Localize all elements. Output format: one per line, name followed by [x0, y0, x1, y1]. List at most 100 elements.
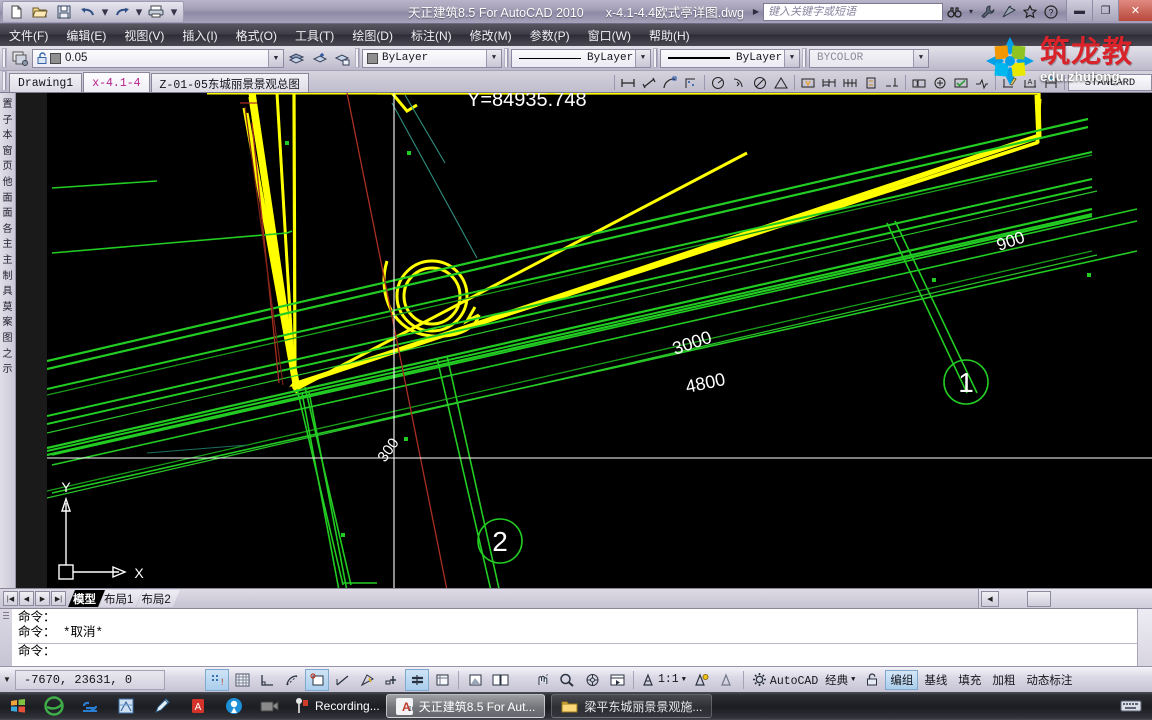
ordinate-dimension-icon[interactable]: [681, 73, 701, 92]
cad-icon[interactable]: [108, 693, 144, 719]
toolbar-grip-4[interactable]: [653, 48, 658, 68]
recording-indicator[interactable]: Recording...: [294, 697, 380, 715]
undo-dropdown-icon[interactable]: ▾: [101, 2, 109, 22]
reader-icon[interactable]: A: [180, 693, 216, 719]
pen-icon[interactable]: [144, 693, 180, 719]
search-input[interactable]: 键入关键字或短语: [763, 2, 943, 21]
taskbar-button-folder[interactable]: 梁平东城丽景景观施...: [551, 694, 713, 718]
command-prompt[interactable]: 命令：: [18, 645, 1137, 660]
workspace-switcher[interactable]: AutoCAD 经典 ▼: [748, 670, 859, 690]
binoculars-dropdown-icon[interactable]: ▾: [965, 7, 977, 16]
coordinate-display[interactable]: -7670, 23631, 0: [15, 669, 165, 690]
redo-icon[interactable]: [111, 2, 133, 22]
steering-wheel-icon[interactable]: [580, 669, 604, 691]
annotation-scale-dropdown-icon[interactable]: ▼: [682, 676, 686, 684]
continue-dimension-icon[interactable]: [840, 73, 860, 92]
diameter-dimension-icon[interactable]: [750, 73, 770, 92]
tianzheng-hatch-button[interactable]: 填充: [953, 670, 986, 690]
file-tab-zoning[interactable]: Z-01-05东城丽景景观总图: [150, 73, 309, 92]
maximize-button[interactable]: ❐: [1092, 0, 1118, 21]
radius-dimension-icon[interactable]: [708, 73, 728, 92]
dynamic-input-icon[interactable]: [380, 669, 404, 691]
drawing-canvas[interactable]: 900 3000 4800 300 Y=84935.748 1 2 Y X: [47, 93, 1152, 590]
menu-edit[interactable]: 编辑(E): [57, 25, 115, 46]
undo-icon[interactable]: [77, 2, 99, 22]
layout2-tab[interactable]: 布局2: [136, 590, 179, 607]
aligned-dimension-icon[interactable]: [639, 73, 659, 92]
model-space-icon[interactable]: [463, 669, 487, 691]
object-snap-icon[interactable]: [305, 668, 329, 691]
tianzheng-group-button[interactable]: 编组: [885, 669, 919, 690]
command-window[interactable]: 命令： 命令： *取消* 命令：: [0, 608, 1152, 666]
cad-drawing[interactable]: 900 3000 4800 300 Y=84935.748 1 2 Y X: [47, 93, 1152, 590]
tab-nav-buttons[interactable]: |◀ ◀ ▶ ▶|: [3, 591, 66, 606]
center-mark-icon[interactable]: [930, 73, 950, 92]
linetype-dropdown-icon[interactable]: ▼: [635, 49, 650, 67]
linear-dimension-icon[interactable]: [618, 73, 638, 92]
tianzheng-bold-button[interactable]: 加粗: [987, 670, 1020, 690]
menu-modify[interactable]: 修改(M): [461, 25, 521, 46]
jogged-linear-icon[interactable]: [972, 73, 992, 92]
layer-control[interactable]: 0.05 ▼: [32, 48, 284, 68]
redo-dropdown-icon[interactable]: ▾: [135, 2, 143, 22]
quick-properties-icon[interactable]: [430, 669, 454, 691]
annotation-scale-control[interactable]: 1:1 ▼: [638, 670, 689, 690]
workspace-dropdown-icon[interactable]: ▼: [851, 676, 855, 684]
quick-dimension-icon[interactable]: [798, 73, 818, 92]
scroll-left-icon[interactable]: ◀: [981, 590, 999, 607]
baseline-dimension-icon[interactable]: [819, 73, 839, 92]
toolbar-lock-icon[interactable]: [860, 669, 884, 691]
file-tab-active[interactable]: x-4.1-4: [83, 72, 150, 92]
color-control[interactable]: ByLayer ▼: [362, 48, 502, 68]
tab-prev-icon[interactable]: ◀: [19, 591, 34, 606]
command-window-grip[interactable]: [0, 609, 12, 666]
quick-access-toolbar[interactable]: ▾ ▾ ▾: [2, 0, 184, 23]
scroll-thumb[interactable]: [1027, 590, 1051, 607]
plot-icon[interactable]: [145, 2, 167, 22]
color-dropdown-icon[interactable]: ▼: [486, 49, 501, 67]
binoculars-icon[interactable]: [944, 2, 964, 21]
layer-make-current-icon[interactable]: [309, 48, 330, 69]
save-file-icon[interactable]: [53, 2, 75, 22]
qat-customize-icon[interactable]: ▾: [169, 2, 179, 22]
menu-parametric[interactable]: 参数(P): [521, 25, 579, 46]
menu-format[interactable]: 格式(O): [227, 25, 286, 46]
open-file-icon[interactable]: [29, 2, 51, 22]
tianzheng-baseline-button[interactable]: 基线: [919, 670, 952, 690]
lineweight-control[interactable]: ByLayer ▼: [660, 48, 800, 68]
model-tab[interactable]: 模型: [68, 590, 105, 607]
snap-icon[interactable]: !: [205, 668, 229, 691]
camera-icon[interactable]: [252, 693, 288, 719]
pan-icon[interactable]: [530, 669, 554, 691]
show-motion-icon[interactable]: [605, 669, 629, 691]
menu-window[interactable]: 窗口(W): [579, 25, 640, 46]
tool-palette-sidebar[interactable]: 置 子 本 窗 页 他 面 面 各 主 主 制 具 莫 案 图 之 示: [0, 93, 16, 590]
menu-dimension[interactable]: 标注(N): [402, 25, 461, 46]
command-scrollbar[interactable]: [1137, 609, 1152, 666]
browser-icon[interactable]: [216, 693, 252, 719]
file-tab-drawing1[interactable]: Drawing1: [9, 73, 83, 92]
menu-view[interactable]: 视图(V): [115, 25, 173, 46]
infocenter-expand-icon[interactable]: ▶: [750, 7, 762, 16]
menu-insert[interactable]: 插入(I): [173, 25, 226, 46]
dimension-style-control[interactable]: STANDARD: [1068, 74, 1152, 91]
dimension-space-icon[interactable]: [861, 73, 881, 92]
layer-previous-icon[interactable]: [286, 48, 307, 69]
edit-dimension-icon[interactable]: [999, 73, 1019, 92]
layout1-tab[interactable]: 布局1: [99, 590, 142, 607]
dimension-update-icon[interactable]: [1041, 73, 1061, 92]
horizontal-scrollbar[interactable]: ◀: [978, 589, 1152, 608]
annotation-visibility-icon[interactable]: [690, 669, 714, 691]
menu-draw[interactable]: 绘图(D): [343, 25, 402, 46]
auto-add-scale-icon[interactable]: [715, 669, 739, 691]
zoom-icon[interactable]: [555, 669, 579, 691]
star-icon[interactable]: [1020, 2, 1040, 21]
toolbar-grip-5[interactable]: [802, 48, 807, 68]
dynamic-ucs-icon[interactable]: [355, 669, 379, 691]
inspection-icon[interactable]: [951, 73, 971, 92]
tolerance-icon[interactable]: 1: [909, 73, 929, 92]
wrench-icon[interactable]: [978, 2, 998, 21]
menu-tools[interactable]: 工具(T): [286, 25, 343, 46]
tabbar-grip[interactable]: [2, 71, 7, 91]
minimize-button[interactable]: ▬: [1066, 0, 1092, 21]
